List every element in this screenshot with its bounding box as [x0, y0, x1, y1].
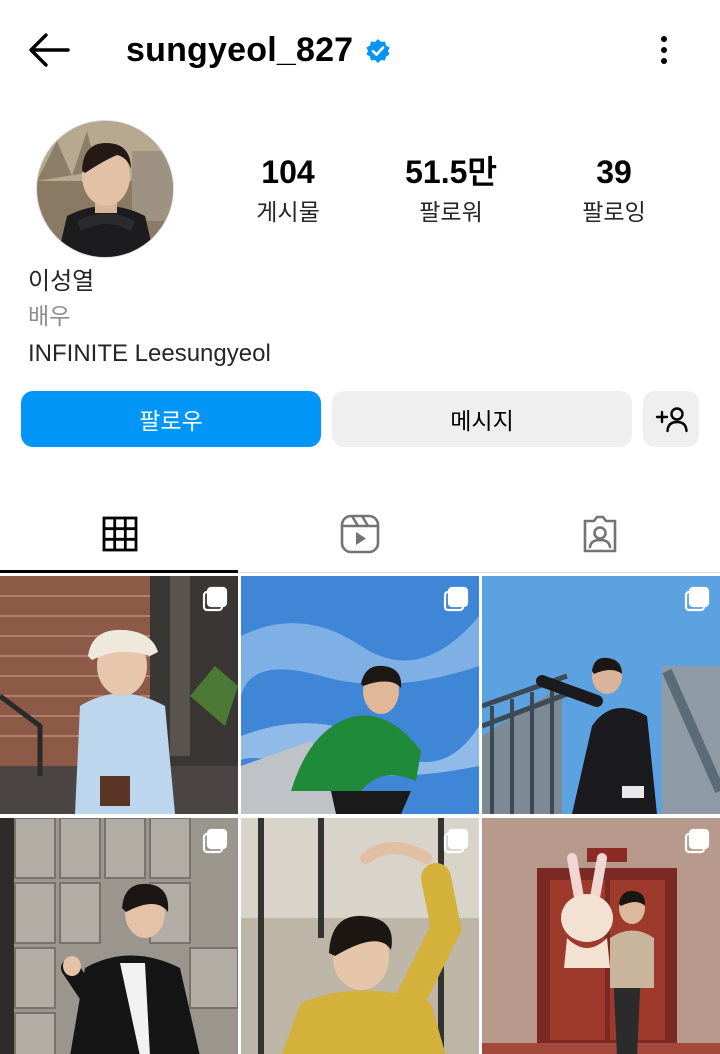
stat-following[interactable]: 39 팔로잉 — [534, 150, 694, 230]
message-button[interactable]: 메시지 — [332, 391, 632, 447]
verified-badge-icon — [366, 39, 390, 63]
multiple-posts-icon — [202, 828, 228, 854]
follow-button[interactable]: 팔로우 — [21, 391, 321, 447]
profile-bio: INFINITE Leesungyeol — [28, 340, 271, 367]
multiple-posts-icon — [443, 828, 469, 854]
post-thumbnail[interactable] — [0, 576, 238, 814]
tab-tagged[interactable] — [480, 496, 720, 572]
post-thumbnail[interactable] — [241, 576, 479, 814]
posts-count: 104 — [261, 154, 315, 190]
tagged-icon — [583, 515, 617, 553]
post-thumbnail[interactable] — [482, 818, 720, 1054]
reels-icon — [340, 514, 380, 554]
suggested-accounts-button[interactable] — [643, 391, 699, 447]
post-thumbnail[interactable] — [0, 818, 238, 1054]
following-count: 39 — [596, 154, 632, 190]
stat-followers[interactable]: 51.5만 팔로워 — [371, 150, 531, 230]
profile-name: 이성열 — [28, 267, 95, 295]
posts-label: 게시물 — [256, 200, 320, 226]
username: sungyeol_827 — [126, 30, 354, 69]
posts-grid — [0, 576, 720, 1054]
multiple-posts-icon — [202, 586, 228, 612]
grid-icon — [102, 516, 138, 552]
profile-header: sungyeol_827 — [0, 0, 720, 100]
profile-avatar[interactable] — [36, 120, 174, 258]
more-vertical-icon — [661, 36, 667, 64]
profile-category: 배우 — [28, 304, 71, 330]
more-options-button[interactable] — [652, 30, 676, 70]
avatar-photo — [37, 121, 173, 257]
back-button[interactable] — [26, 30, 72, 70]
following-label: 팔로잉 — [582, 200, 646, 226]
post-thumbnail[interactable] — [241, 818, 479, 1054]
followers-label: 팔로워 — [419, 200, 483, 226]
username-container: sungyeol_827 — [126, 26, 391, 74]
post-thumbnail[interactable] — [482, 576, 720, 814]
tab-reels[interactable] — [240, 496, 480, 572]
add-person-icon — [655, 407, 688, 433]
active-tab-indicator — [0, 570, 238, 573]
multiple-posts-icon — [443, 586, 469, 612]
followers-count: 51.5만 — [405, 154, 497, 190]
multiple-posts-icon — [684, 828, 710, 854]
multiple-posts-icon — [684, 586, 710, 612]
stat-posts[interactable]: 104 게시물 — [208, 150, 368, 230]
tab-posts-grid[interactable] — [0, 496, 240, 572]
arrow-left-icon — [29, 33, 70, 67]
